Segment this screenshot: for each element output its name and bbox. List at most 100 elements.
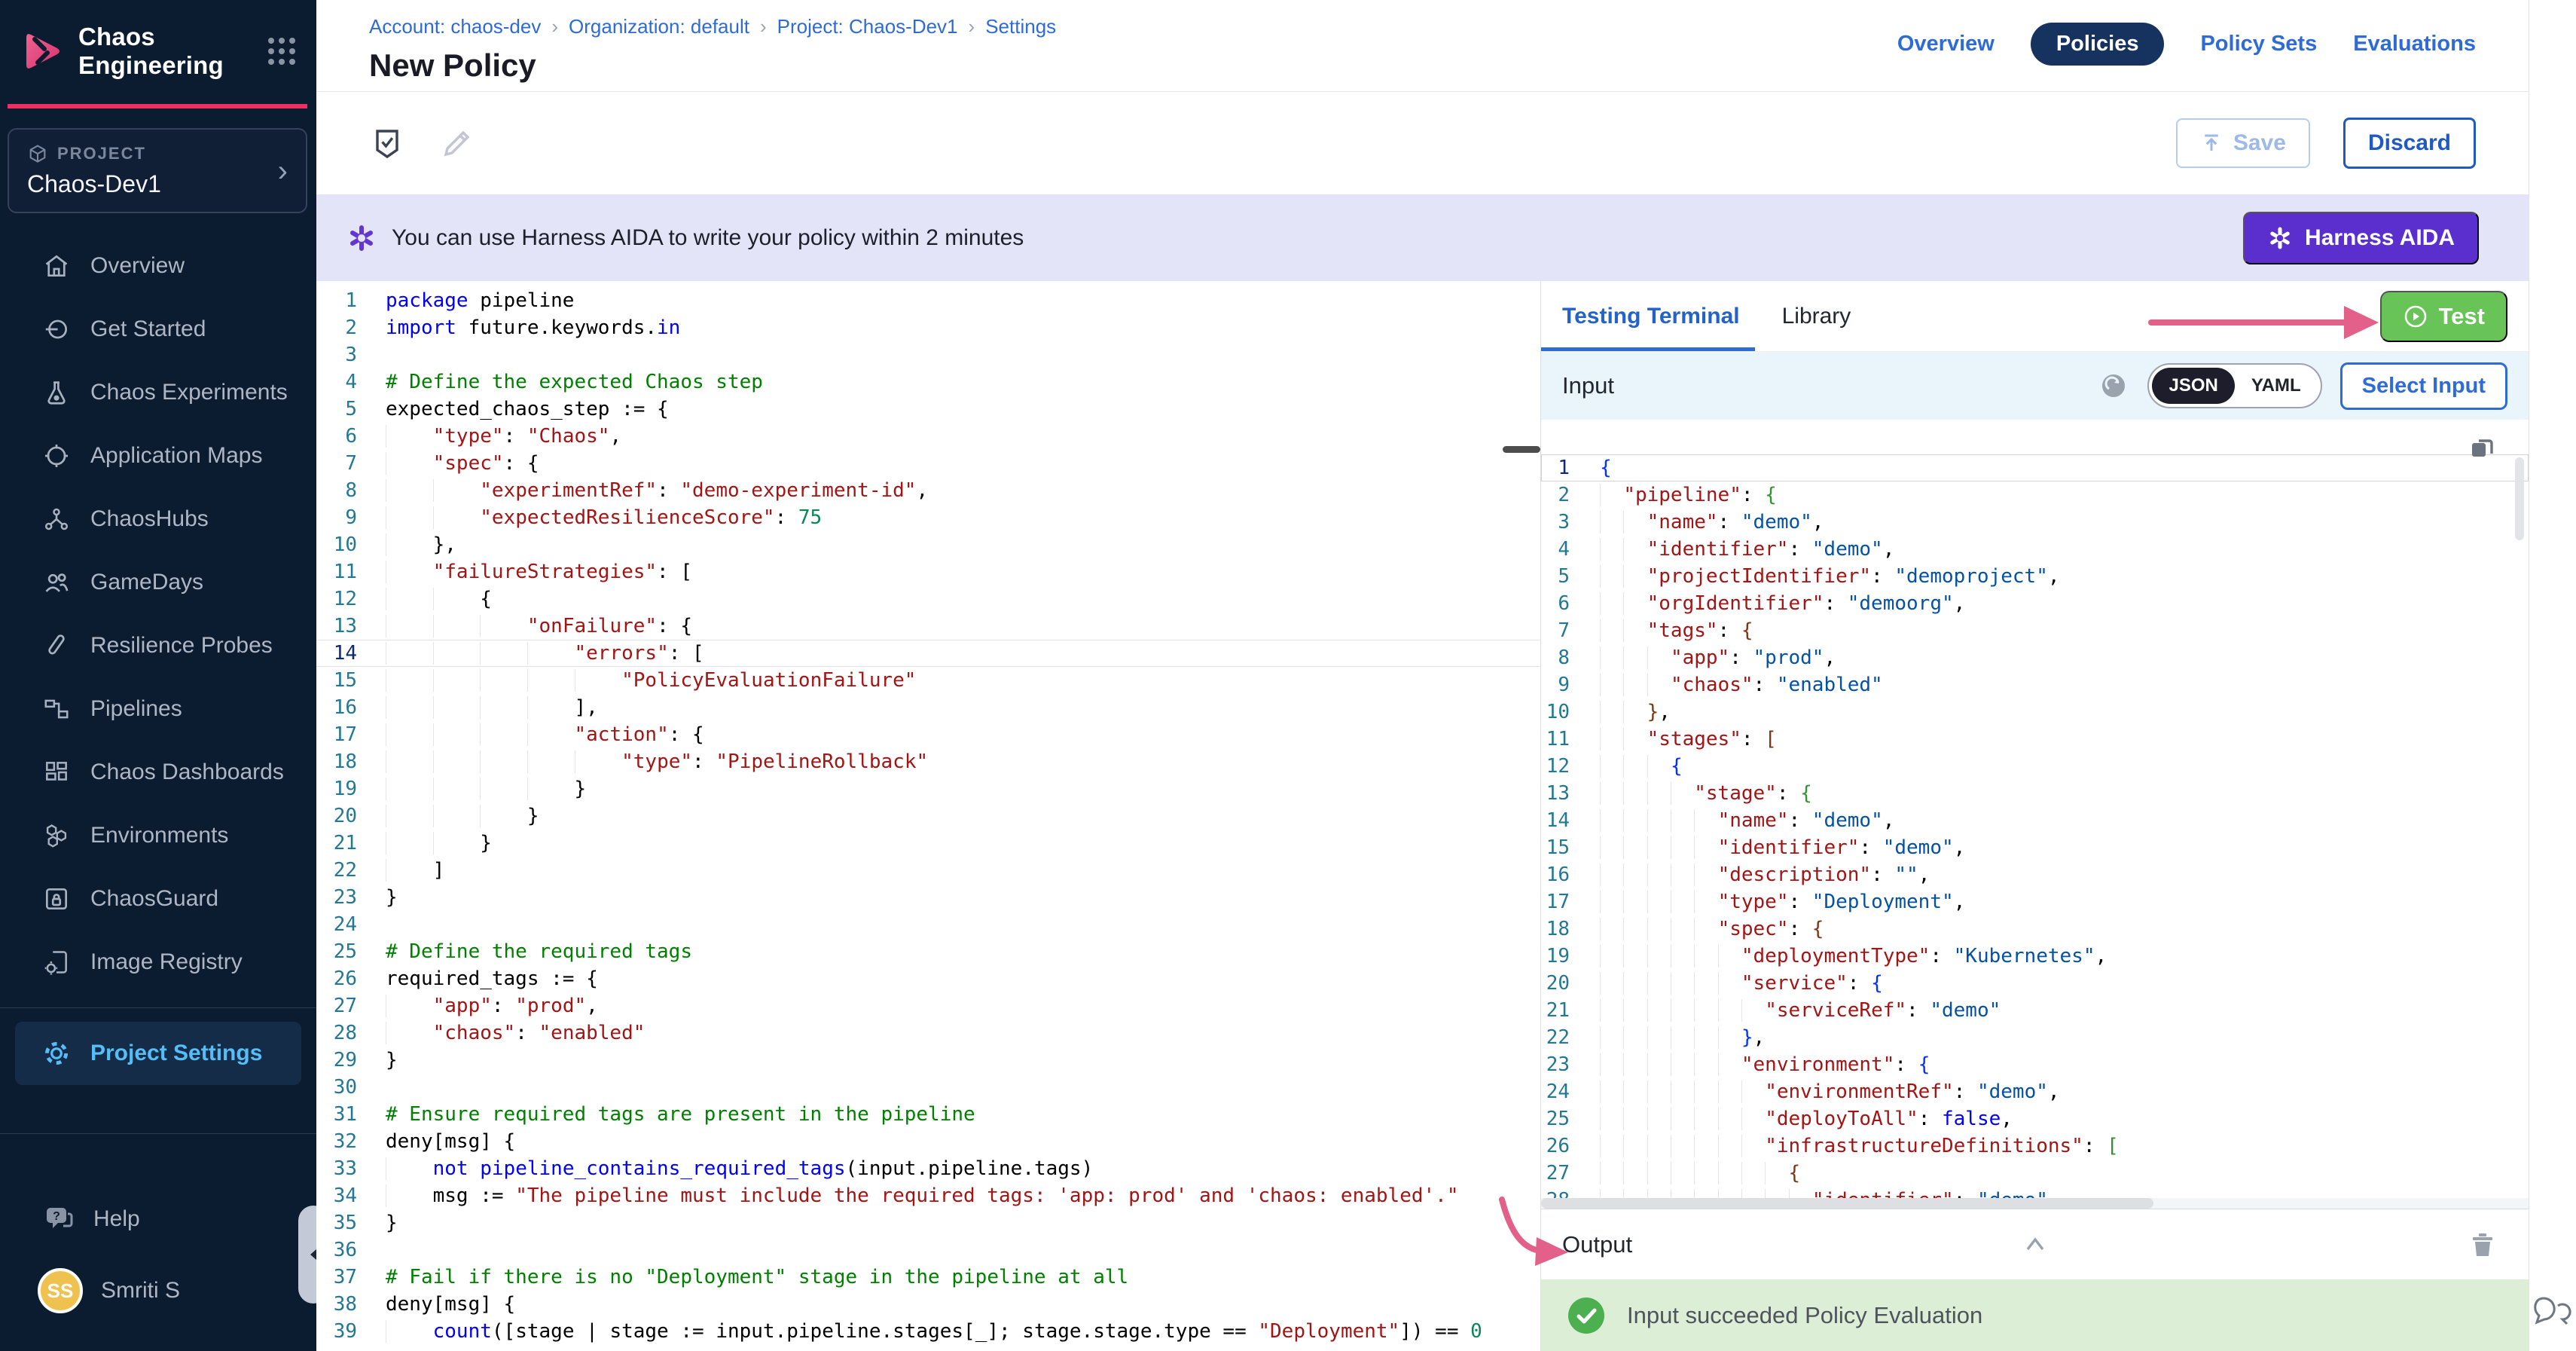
code-line[interactable]: 13 "onFailure": { [316, 613, 1540, 640]
input-json-editor[interactable]: 1{2 "pipeline": {3 "name": "demo",4 "ide… [1541, 420, 2529, 1209]
format-toggle[interactable]: JSON YAML [2147, 363, 2321, 408]
code-line[interactable]: 36 [316, 1236, 1540, 1264]
copy-icon[interactable] [2465, 432, 2498, 465]
tab-policies[interactable]: Policies [2031, 23, 2165, 66]
code-line[interactable]: 8 "experimentRef": "demo-experiment-id", [316, 477, 1540, 504]
code-line[interactable]: 31# Ensure required tags are present in … [316, 1101, 1540, 1128]
code-line[interactable]: 18 "spec": { [1541, 915, 2529, 943]
sidebar-item-application-maps[interactable]: Application Maps [0, 424, 316, 488]
code-line[interactable]: 4# Define the expected Chaos step [316, 368, 1540, 396]
code-line[interactable]: 10 }, [316, 531, 1540, 558]
project-selector[interactable]: PROJECT Chaos-Dev1 › [8, 128, 307, 213]
code-line[interactable]: 5 "projectIdentifier": "demoproject", [1541, 563, 2529, 590]
code-line[interactable]: 21 "serviceRef": "demo" [1541, 997, 2529, 1024]
format-json[interactable]: JSON [2152, 368, 2234, 404]
sidebar-item-get-started[interactable]: Get Started [0, 298, 316, 361]
user-menu[interactable]: SS Smriti S [0, 1253, 316, 1328]
harness-logo-icon[interactable] [20, 29, 65, 74]
tab-library[interactable]: Library [1782, 281, 1851, 351]
harness-aida-button[interactable]: Harness AIDA [2243, 212, 2479, 264]
code-line[interactable]: 15 "identifier": "demo", [1541, 834, 2529, 861]
code-line[interactable]: 11 "stages": [ [1541, 726, 2529, 753]
tab-policy-sets[interactable]: Policy Sets [2200, 23, 2317, 66]
policy-code-editor[interactable]: 1package pipeline2import future.keywords… [316, 281, 1540, 1351]
sidebar-item-chaosguard[interactable]: ChaosGuard [0, 867, 316, 931]
sidebar-item-gamedays[interactable]: GameDays [0, 551, 316, 614]
code-line[interactable]: 30 [316, 1074, 1540, 1101]
code-line[interactable]: 6 "type": "Chaos", [316, 423, 1540, 450]
code-line[interactable]: 22 ] [316, 857, 1540, 884]
code-line[interactable]: 22 }, [1541, 1024, 2529, 1051]
sidebar-item-environments[interactable]: Environments [0, 804, 316, 867]
code-line[interactable]: 2 "pipeline": { [1541, 481, 2529, 509]
breadcrumb-organization[interactable]: Organization: default [569, 15, 749, 38]
code-line[interactable]: 3 [316, 341, 1540, 368]
tab-evaluations[interactable]: Evaluations [2353, 23, 2476, 66]
code-line[interactable]: 11 "failureStrategies": [ [316, 558, 1540, 585]
code-line[interactable]: 20 "service": { [1541, 970, 2529, 997]
sidebar-item-chaoshubs[interactable]: ChaosHubs [0, 488, 316, 551]
code-line[interactable]: 29} [316, 1047, 1540, 1074]
code-line[interactable]: 16 "description": "", [1541, 861, 2529, 888]
code-line[interactable]: 25 "deployToAll": false, [1541, 1105, 2529, 1132]
code-line[interactable]: 7 "spec": { [316, 450, 1540, 477]
discard-button[interactable]: Discard [2343, 118, 2476, 169]
code-line[interactable]: 21 } [316, 830, 1540, 857]
code-line[interactable]: 18 "type": "PipelineRollback" [316, 748, 1540, 775]
code-line[interactable]: 14 "errors": [ [316, 640, 1540, 667]
support-chat-icon[interactable] [2531, 1289, 2571, 1330]
tab-testing-terminal[interactable]: Testing Terminal [1562, 281, 1740, 351]
code-line[interactable]: 7 "tags": { [1541, 617, 2529, 644]
breadcrumb-account[interactable]: Account: chaos-dev [369, 15, 541, 38]
sidebar-item-chaos-experiments[interactable]: Chaos Experiments [0, 361, 316, 424]
code-line[interactable]: 28 "chaos": "enabled" [316, 1019, 1540, 1047]
code-line[interactable]: 9 "chaos": "enabled" [1541, 671, 2529, 698]
vertical-scrollbar[interactable] [2515, 457, 2524, 540]
code-line[interactable]: 27 "app": "prod", [316, 992, 1540, 1019]
code-line[interactable]: 10 }, [1541, 698, 2529, 726]
code-line[interactable]: 39 count([stage | stage := input.pipelin… [316, 1318, 1540, 1345]
code-line[interactable]: 23 "environment": { [1541, 1051, 2529, 1078]
code-line[interactable]: 25# Define the required tags [316, 938, 1540, 965]
breadcrumb-project[interactable]: Project: Chaos-Dev1 [777, 15, 958, 38]
code-line[interactable]: 32deny[msg] { [316, 1128, 1540, 1155]
code-line[interactable]: 35} [316, 1209, 1540, 1236]
code-line[interactable]: 1{ [1541, 454, 2529, 481]
code-line[interactable]: 26 "infrastructureDefinitions": [ [1541, 1132, 2529, 1160]
code-line[interactable]: 17 "action": { [316, 721, 1540, 748]
code-line[interactable]: 34 msg := "The pipeline must include the… [316, 1182, 1540, 1209]
code-line[interactable]: 4 "identifier": "demo", [1541, 536, 2529, 563]
code-line[interactable]: 23} [316, 884, 1540, 911]
code-line[interactable]: 1package pipeline [316, 287, 1540, 314]
breadcrumb-settings[interactable]: Settings [985, 15, 1056, 38]
sidebar-item-image-registry[interactable]: Image Registry [0, 931, 316, 994]
code-line[interactable]: 3 "name": "demo", [1541, 509, 2529, 536]
format-refresh-icon[interactable] [2098, 370, 2129, 402]
code-line[interactable]: 19 "deploymentType": "Kubernetes", [1541, 943, 2529, 970]
code-line[interactable]: 24 [316, 911, 1540, 938]
code-line[interactable]: 24 "environmentRef": "demo", [1541, 1078, 2529, 1105]
code-line[interactable]: 9 "expectedResilienceScore": 75 [316, 504, 1540, 531]
code-line[interactable]: 12 { [1541, 753, 2529, 780]
module-grid-icon[interactable] [265, 35, 298, 68]
code-line[interactable]: 5expected_chaos_step := { [316, 396, 1540, 423]
horizontal-scrollbar[interactable] [1541, 1198, 2529, 1209]
tab-overview[interactable]: Overview [1897, 23, 1995, 66]
code-line[interactable]: 38deny[msg] { [316, 1291, 1540, 1318]
shield-check-icon[interactable] [369, 125, 405, 161]
sidebar-item-overview[interactable]: Overview [0, 234, 316, 298]
sidebar-item-pipelines[interactable]: Pipelines [0, 677, 316, 741]
help-button[interactable]: ? Help [0, 1185, 316, 1253]
code-line[interactable]: 19 } [316, 775, 1540, 802]
test-button[interactable]: Test [2380, 291, 2507, 342]
code-line[interactable]: 6 "orgIdentifier": "demoorg", [1541, 590, 2529, 617]
sidebar-item-chaos-dashboards[interactable]: Chaos Dashboards [0, 741, 316, 804]
sidebar-item-project-settings[interactable]: Project Settings [15, 1022, 301, 1085]
select-input-button[interactable]: Select Input [2340, 362, 2507, 410]
code-line[interactable]: 8 "app": "prod", [1541, 644, 2529, 671]
code-line[interactable]: 17 "type": "Deployment", [1541, 888, 2529, 915]
code-line[interactable]: 16 ], [316, 694, 1540, 721]
code-line[interactable]: 27 { [1541, 1160, 2529, 1187]
code-line[interactable]: 33 not pipeline_contains_required_tags(i… [316, 1155, 1540, 1182]
code-line[interactable]: 12 { [316, 585, 1540, 613]
